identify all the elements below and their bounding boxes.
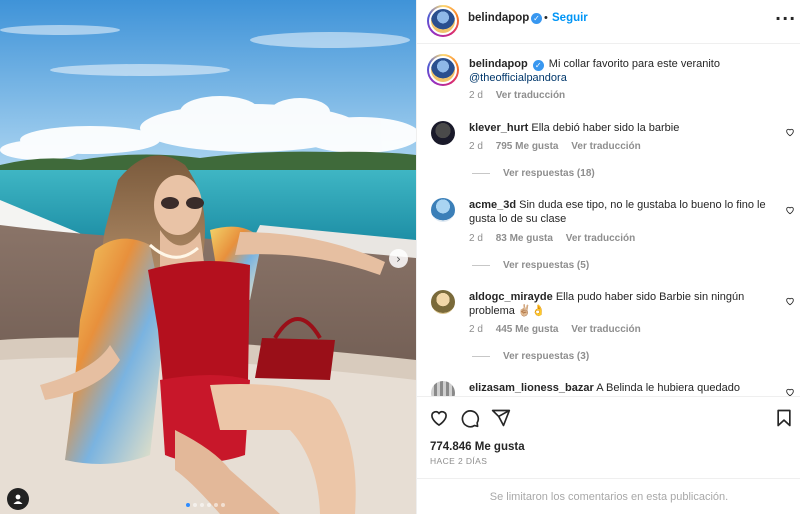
heart-icon[interactable] bbox=[429, 408, 449, 428]
comment-text: aldogc_miraydе Ella pudo haber sido Barb… bbox=[469, 290, 769, 318]
carousel-dot bbox=[186, 503, 190, 507]
comment-username[interactable]: acme_3d bbox=[469, 199, 516, 211]
comment-like-icon[interactable] bbox=[785, 387, 795, 396]
comments-limited-notice: Se limitaron los comentarios en esta pub… bbox=[417, 478, 800, 514]
separator-dot: • bbox=[544, 12, 548, 24]
caption-body: Mi collar favorito para este veranito bbox=[548, 58, 720, 70]
replies-label: Ver respuestas (3) bbox=[503, 351, 590, 362]
view-replies-button[interactable]: Ver respuestas (3) bbox=[472, 351, 589, 362]
follow-button[interactable]: Seguir bbox=[552, 12, 588, 24]
comment-like-icon[interactable] bbox=[785, 127, 795, 137]
comment-username[interactable]: klever_hurt bbox=[469, 122, 528, 134]
more-options-icon[interactable]: ··· bbox=[775, 9, 796, 28]
verified-icon: ✓ bbox=[531, 13, 542, 24]
next-slide-button[interactable]: › bbox=[389, 249, 408, 268]
post-details-panel: belindapop ✓ • Seguir ··· belindapop ✓ M… bbox=[416, 0, 800, 514]
post-actions: 774.846 Me gusta HACE 2 DÍAS bbox=[417, 396, 800, 478]
comment-meta: 2 d 445 Me gusta Ver traducción bbox=[469, 324, 651, 335]
comment-age: 2 d bbox=[469, 233, 483, 244]
view-replies-button[interactable]: Ver respuestas (5) bbox=[472, 260, 589, 271]
replies-label: Ver respuestas (5) bbox=[503, 260, 590, 271]
comment-likes[interactable]: 795 Me gusta bbox=[496, 141, 559, 152]
replies-divider bbox=[472, 173, 490, 174]
comment-username[interactable]: aldogc_miraydе bbox=[469, 291, 553, 303]
comment-avatar[interactable] bbox=[431, 121, 455, 145]
comment-icon[interactable] bbox=[460, 408, 480, 428]
author-avatar[interactable] bbox=[427, 5, 459, 37]
view-replies-button[interactable]: Ver respuestas (18) bbox=[472, 168, 595, 179]
caption-translate-link[interactable]: Ver traducción bbox=[496, 90, 565, 101]
carousel-dot bbox=[221, 503, 225, 507]
comment-age: 2 d bbox=[469, 141, 483, 152]
carousel-dot bbox=[200, 503, 204, 507]
comment-translate-link[interactable]: Ver traducción bbox=[571, 324, 640, 335]
comment-text: klever_hurt Ella debió haber sido la bar… bbox=[469, 121, 769, 135]
caption-username[interactable]: belindapop bbox=[469, 58, 528, 70]
comment-username[interactable]: elizasam_lioness_bazar bbox=[469, 382, 594, 394]
user-icon bbox=[13, 494, 23, 504]
photo-scene bbox=[0, 0, 416, 514]
comment-translate-link[interactable]: Ver traducción bbox=[566, 233, 635, 244]
comment-avatar[interactable] bbox=[431, 381, 455, 396]
instagram-post: › belindapop ✓ • Seguir ··· belindapop ✓… bbox=[0, 0, 800, 514]
carousel-dot bbox=[214, 503, 218, 507]
comment-likes[interactable]: 445 Me gusta bbox=[496, 324, 559, 335]
comment-avatar[interactable] bbox=[431, 290, 455, 314]
comment-like-icon[interactable] bbox=[785, 296, 795, 306]
author-username[interactable]: belindapop bbox=[468, 12, 529, 24]
comment-body: Ella debió haber sido la barbie bbox=[531, 122, 680, 134]
comments-list[interactable]: belindapop ✓ Mi collar favorito para est… bbox=[417, 44, 800, 396]
comment-text: elizasam_lioness_bazar A Belinda le hubi… bbox=[469, 381, 769, 395]
comment-meta: 2 d 795 Me gusta Ver traducción bbox=[469, 141, 651, 152]
verified-icon: ✓ bbox=[532, 60, 544, 71]
tagged-users-button[interactable] bbox=[7, 488, 29, 510]
post-header: belindapop ✓ • Seguir ··· bbox=[417, 0, 800, 44]
comment-age: 2 d bbox=[469, 324, 483, 335]
share-icon[interactable] bbox=[491, 408, 511, 428]
replies-label: Ver respuestas (18) bbox=[503, 168, 595, 179]
comment-likes[interactable]: 83 Me gusta bbox=[496, 233, 553, 244]
comment-avatar[interactable] bbox=[431, 198, 455, 222]
bookmark-icon[interactable] bbox=[774, 408, 794, 428]
post-photo[interactable]: › bbox=[0, 0, 416, 514]
comment-meta: 2 d 83 Me gusta Ver traducción bbox=[469, 233, 645, 244]
caption-text: belindapop ✓ Mi collar favorito para est… bbox=[469, 57, 769, 85]
comment-text: acme_3d Sin duda ese tipo, no le gustaba… bbox=[469, 198, 769, 226]
post-timestamp: HACE 2 DÍAS bbox=[430, 456, 488, 466]
comment-like-icon[interactable] bbox=[785, 205, 795, 215]
caption-meta: 2 d Ver traducción bbox=[469, 90, 575, 101]
caption-avatar[interactable] bbox=[427, 54, 459, 86]
replies-divider bbox=[472, 356, 490, 357]
caption-age: 2 d bbox=[469, 90, 483, 101]
comment-translate-link[interactable]: Ver traducción bbox=[571, 141, 640, 152]
comment-body: A Belinda le hubiera quedado bbox=[596, 382, 740, 394]
carousel-indicator bbox=[186, 503, 225, 507]
carousel-dot bbox=[193, 503, 197, 507]
carousel-dot bbox=[207, 503, 211, 507]
replies-divider bbox=[472, 265, 490, 266]
caption-mention[interactable]: @theofficialpandora bbox=[469, 72, 567, 84]
likes-count[interactable]: 774.846 Me gusta bbox=[430, 441, 525, 453]
